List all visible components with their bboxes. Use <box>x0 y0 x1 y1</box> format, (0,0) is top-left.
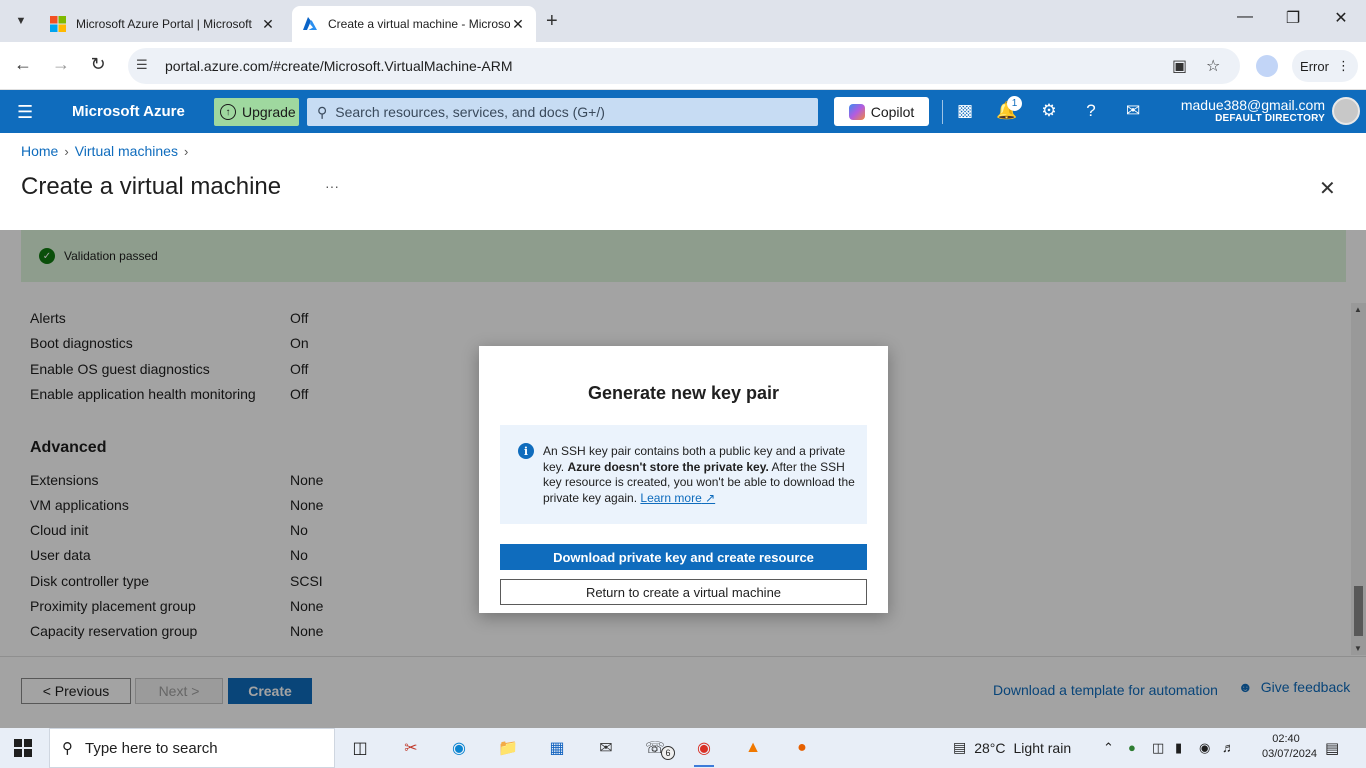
breadcrumb-virtual-machines[interactable]: Virtual machines <box>75 143 178 159</box>
weather-icon: ▤ <box>953 739 967 755</box>
upgrade-arrow-icon: ↑ <box>220 104 236 120</box>
site-info-icon[interactable]: ☰ <box>136 57 148 73</box>
profile-error-button[interactable]: Error ⋮ <box>1292 50 1358 82</box>
close-tab-icon[interactable]: ✕ <box>260 16 276 33</box>
return-to-create-vm-button[interactable]: Return to create a virtual machine <box>500 579 867 605</box>
external-link-icon: ↗ <box>701 490 716 505</box>
copilot-button[interactable]: Copilot <box>834 97 929 126</box>
close-window-icon[interactable]: ✕ <box>1318 8 1364 28</box>
bookmark-star-icon[interactable]: ☆ <box>1206 56 1220 76</box>
url-omnibox[interactable]: ☰ portal.azure.com/#create/Microsoft.Vir… <box>128 48 1240 84</box>
wifi-icon[interactable]: ◉ <box>1199 740 1210 756</box>
close-tab-icon[interactable]: ✕ <box>510 16 526 33</box>
generate-key-pair-dialog: Generate new key pair i An SSH key pair … <box>479 346 888 613</box>
kebab-menu-icon: ⋮ <box>1336 58 1350 73</box>
settings-gear-icon[interactable]: ⚙ <box>1037 101 1061 121</box>
volume-icon[interactable]: ♬ <box>1222 740 1235 755</box>
back-icon[interactable]: ← <box>11 54 35 75</box>
browser-tab-bar: ▼ Microsoft Azure Portal | Microsoft ✕ C… <box>0 0 1366 42</box>
global-search-input[interactable]: ⚲ Search resources, services, and docs (… <box>307 98 818 126</box>
upgrade-label: Upgrade <box>242 104 296 120</box>
notification-count-badge: 1 <box>1007 96 1022 111</box>
whatsapp-unread-badge: 6 <box>661 746 675 760</box>
windows-taskbar: ⚲ Type here to search ◫ ✂ ◉ 📁 ▦ ✉ ☏ ◉ ▲ … <box>0 728 1366 768</box>
temperature: 28°C <box>974 739 1006 756</box>
cloud-shell-icon[interactable]: ▩ <box>953 101 977 121</box>
info-icon: i <box>518 443 534 459</box>
tab-search-chevron-icon[interactable]: ▼ <box>8 9 34 33</box>
browser-tab-azure-portal[interactable]: Microsoft Azure Portal | Microsoft ✕ <box>40 6 286 42</box>
tab-title: Create a virtual machine - Microsoft <box>328 17 510 31</box>
vlc-icon[interactable]: ▲ <box>740 736 766 760</box>
close-blade-icon[interactable]: ✕ <box>1319 176 1336 201</box>
system-clock[interactable]: 02:40 03/07/2024 <box>1262 732 1318 762</box>
forward-icon[interactable]: → <box>49 54 73 75</box>
chrome-icon[interactable]: ◉ <box>691 736 717 767</box>
firefox-icon[interactable]: ● <box>789 736 815 760</box>
weather-condition: Light rain <box>1013 739 1072 756</box>
breadcrumb: Home › Virtual machines › <box>21 143 188 159</box>
feedback-icon[interactable]: ✉ <box>1121 101 1145 121</box>
reload-icon[interactable]: ↻ <box>86 54 110 75</box>
info-message-bar: i An SSH key pair contains both a public… <box>500 425 867 524</box>
chevron-right-icon: › <box>64 143 69 159</box>
snipping-tool-icon[interactable]: ✂ <box>398 736 424 760</box>
clock-time: 02:40 <box>1272 733 1300 745</box>
url-text[interactable]: portal.azure.com/#create/Microsoft.Virtu… <box>165 58 513 74</box>
learn-more-link[interactable]: Learn more <box>640 491 701 505</box>
mail-icon[interactable]: ✉ <box>593 736 619 760</box>
page-title: Create a virtual machine <box>21 173 282 200</box>
taskbar-search-input[interactable]: ⚲ Type here to search <box>49 728 335 768</box>
profile-icon[interactable] <box>1256 55 1278 77</box>
search-icon: ⚲ <box>317 103 328 120</box>
breadcrumb-home[interactable]: Home <box>21 143 58 159</box>
notification-center-icon[interactable]: ▤ <box>1325 739 1339 757</box>
microsoft-logo-icon <box>50 16 66 32</box>
copilot-icon <box>848 103 865 120</box>
usb-icon[interactable]: ◫ <box>1152 740 1164 756</box>
copilot-label: Copilot <box>870 103 915 120</box>
more-options-icon[interactable]: ··· <box>325 178 339 194</box>
chevron-right-icon: › <box>183 143 189 159</box>
azure-logo-icon <box>303 17 317 30</box>
restore-icon[interactable]: ❐ <box>1270 8 1316 28</box>
upgrade-button[interactable]: ↑ Upgrade <box>214 98 299 126</box>
dialog-title: Generate new key pair <box>587 383 780 403</box>
account-directory: DEFAULT DIRECTORY <box>1215 113 1325 124</box>
clock-date: 03/07/2024 <box>1262 748 1318 760</box>
tab-title: Microsoft Azure Portal | Microsoft <box>76 17 252 31</box>
address-bar: ← → ↻ ☰ portal.azure.com/#create/Microso… <box>0 42 1366 90</box>
help-icon[interactable]: ? <box>1079 101 1103 121</box>
azure-top-bar: ☰ Microsoft Azure ↑ Upgrade ⚲ Search res… <box>0 90 1366 133</box>
error-label: Error <box>1300 58 1329 74</box>
windows-start-icon[interactable] <box>14 739 32 757</box>
taskbar-search-placeholder: Type here to search <box>85 739 218 757</box>
show-hidden-icons-chevron-icon[interactable]: ⌃ <box>1103 740 1114 756</box>
edge-browser-icon[interactable]: ◉ <box>446 736 472 760</box>
download-private-key-button[interactable]: Download private key and create resource <box>500 544 867 570</box>
weather-widget[interactable]: ▤ 28°C Light rain <box>953 739 1071 756</box>
file-explorer-icon[interactable]: 📁 <box>495 736 521 760</box>
minimize-icon[interactable]: — <box>1222 8 1268 26</box>
search-placeholder: Search resources, services, and docs (G+… <box>335 104 605 120</box>
task-view-icon[interactable]: ◫ <box>347 736 373 760</box>
install-app-icon[interactable]: ▣ <box>1172 56 1187 76</box>
new-tab-icon[interactable]: + <box>546 10 558 33</box>
tray-app-icon[interactable]: ● <box>1128 740 1136 755</box>
account-menu[interactable]: madue388@gmail.com DEFAULT DIRECTORY <box>1181 97 1325 124</box>
azure-brand[interactable]: Microsoft Azure <box>72 103 185 120</box>
divider <box>942 100 943 124</box>
info-message-text: An SSH key pair contains both a public k… <box>543 444 855 505</box>
microsoft-store-icon[interactable]: ▦ <box>544 736 570 760</box>
battery-icon[interactable]: ▮ <box>1175 740 1182 756</box>
avatar[interactable] <box>1332 97 1360 125</box>
account-email: madue388@gmail.com <box>1180 97 1325 113</box>
browser-tab-create-vm[interactable]: Create a virtual machine - Microsoft ✕ <box>292 6 536 42</box>
hamburger-menu-icon[interactable]: ☰ <box>17 102 33 123</box>
search-icon: ⚲ <box>62 740 73 757</box>
